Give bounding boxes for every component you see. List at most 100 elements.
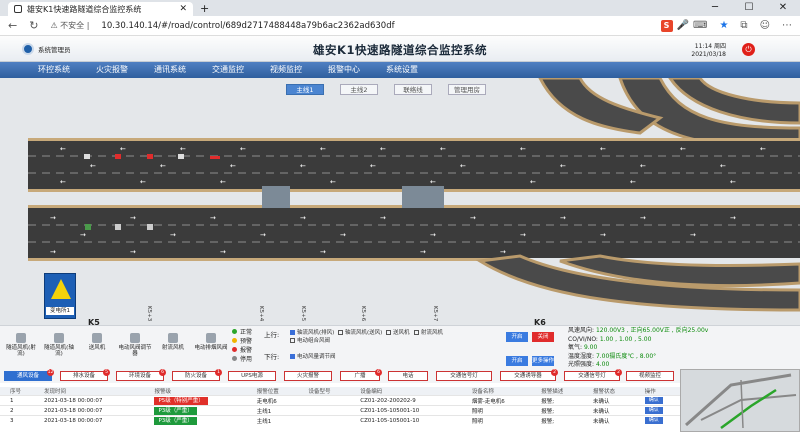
minimap[interactable] — [680, 369, 800, 432]
back-icon[interactable]: ← — [8, 19, 17, 32]
cat-traffic-guide[interactable]: 交通诱导器 2 — [500, 369, 558, 381]
reload-icon[interactable]: ↻ — [29, 19, 38, 32]
check-axial-supply[interactable]: 轴流风机(送风) — [338, 328, 382, 336]
svg-text:←: ← — [120, 145, 126, 153]
env-wind: 风速风向: 120.00V3 , 正向65.00V正 , 反向25.00v — [568, 327, 708, 336]
nav-item-traffic[interactable]: 交通监控 — [199, 62, 257, 78]
checkbox-icon — [290, 354, 295, 359]
check-label: 射流风机 — [421, 330, 444, 336]
jetfan-icon — [168, 333, 178, 343]
device-jetfan[interactable]: 射流风机 — [156, 333, 190, 351]
checkbox-icon — [338, 330, 343, 335]
cat-fire-protection[interactable]: 防火设备 1 — [172, 369, 222, 381]
tab-favicon-icon — [14, 5, 22, 13]
check-blower[interactable]: 送风机 — [386, 328, 410, 336]
device-jet-fan[interactable]: 隧道风机(射流) — [4, 333, 38, 357]
svg-text:←: ← — [230, 162, 236, 170]
browser-tab[interactable]: 雄安K1快速路隧道综合监控系统 ✕ — [8, 2, 193, 16]
more-actions-button[interactable]: 更多操作 — [532, 356, 554, 366]
star-icon[interactable]: ★ — [719, 20, 728, 31]
device-axial-fan[interactable]: 隧道风机(轴流) — [42, 333, 76, 357]
cat-traffic-light[interactable]: 交通信号灯 — [436, 371, 492, 381]
alarm-table: 序号 发现时间 报警级 报警位置 设备型号 设备编码 设备名称 报警描述 报警状… — [0, 387, 680, 432]
cat-fire-alarm[interactable]: 火灾报警 — [284, 371, 332, 381]
env-value: 4.00 — [595, 361, 610, 368]
cat-traffic-light-2[interactable]: 交通信号灯 2 — [564, 369, 622, 381]
table-row[interactable]: 1 2021-03-18 00:00:07 P5级（特别严重） 走电机6 CZ0… — [0, 395, 680, 406]
main-nav: 环控系统 火灾报警 通讯系统 交通监控 视频监控 报警中心 系统设置 — [0, 62, 800, 78]
minimize-icon[interactable]: ─ — [698, 0, 732, 16]
open-button[interactable]: 开启 — [506, 332, 528, 342]
check-air-regulator[interactable]: 电动风量调节阀 — [290, 352, 336, 360]
table-row[interactable]: 2 2021-03-18 00:00:07 P3级（严重） 主线1 CZ01-1… — [0, 405, 680, 416]
table-row[interactable]: 3 2021-03-18 00:00:07 P3级（严重） 主线1 CZ01-1… — [0, 415, 680, 426]
check-label: 送风机 — [393, 330, 410, 336]
cat-broadcast[interactable]: 广播 6 — [340, 369, 382, 381]
env-co: CO/VI/NO: 1.00 , 1.00 , 5.00 — [568, 336, 708, 345]
nav-item-comm[interactable]: 通讯系统 — [141, 62, 199, 78]
cat-phone[interactable]: 电话 — [388, 371, 428, 381]
new-tab-icon[interactable]: + — [200, 2, 209, 15]
collections-icon[interactable]: ⧉ — [740, 20, 747, 31]
cell: CZ01-105-105001-10 — [350, 405, 462, 416]
open-down-button[interactable]: 开启 — [506, 356, 528, 366]
col-header: 设备型号 — [298, 387, 351, 396]
clock-time: 11:14 周四 — [694, 43, 726, 50]
substation-label: 变电所1 — [46, 307, 74, 315]
svg-text:←: ← — [60, 145, 66, 153]
sogou-icon[interactable]: S — [660, 19, 673, 32]
window-controls: ─ ☐ ✕ — [698, 0, 800, 16]
svg-text:→: → — [320, 248, 326, 256]
cat-video[interactable]: 视频监控 — [626, 371, 674, 381]
tab-management[interactable]: 管理用房 — [448, 84, 486, 95]
cell: P3级（严重） — [144, 405, 247, 416]
cat-ventilation[interactable]: 通风设备 12 — [4, 369, 54, 381]
cat-ups[interactable]: UPS电源 — [228, 371, 276, 381]
device-smoke-valve[interactable]: 电动排烟风阀 — [194, 333, 228, 351]
cat-drainage[interactable]: 排水设备 5 — [60, 369, 110, 381]
cell: 1 — [0, 395, 34, 406]
device-blower[interactable]: 送风机 — [80, 333, 114, 351]
nav-item-fire[interactable]: 火灾报警 — [83, 62, 141, 78]
maximize-icon[interactable]: ☐ — [732, 0, 766, 16]
close-button[interactable]: 关闭 — [532, 332, 554, 342]
check-jetfan[interactable]: 射流风机 — [414, 328, 443, 336]
mic-icon[interactable]: 🎤 — [677, 20, 689, 31]
tunnel-map[interactable]: ← ← ← ← ← ← ← ← ← ← ← ← ← ← ← ← ← ← ← ← ← ← ← ← ← ← ← ← → → → → → → → → →… — [0, 78, 800, 325]
check-axial-exhaust[interactable]: 轴流风机(排风) — [290, 328, 334, 336]
tab-main2[interactable]: 主线2 — [340, 84, 378, 95]
km-tick: K5+3 — [146, 306, 152, 322]
level-badge: P3级（严重） — [154, 416, 197, 425]
confirm-button[interactable]: 确认 — [644, 407, 663, 414]
menu-icon[interactable]: ⋯ — [782, 20, 792, 31]
nav-item-settings[interactable]: 系统设置 — [373, 62, 431, 78]
cat-environment[interactable]: 环境设备 6 — [116, 369, 166, 381]
nav-item-video[interactable]: 视频监控 — [257, 62, 315, 78]
profile-icon[interactable]: ☺ — [760, 20, 770, 31]
tab-connector[interactable]: 联络线 — [394, 84, 432, 95]
minimap-drawing — [685, 373, 797, 430]
check-combo-damper[interactable]: 电动组合风阀 — [290, 336, 330, 344]
security-indicator[interactable]: ⚠ 不安全 | — [50, 20, 89, 31]
keyboard-icon[interactable]: ⌨ — [693, 20, 707, 31]
window-close-icon[interactable]: ✕ — [766, 0, 800, 16]
legend-dot — [232, 356, 237, 361]
svg-text:→: → — [430, 231, 436, 239]
tab-main1[interactable]: 主线1 — [286, 84, 324, 95]
tunnel-subtabs: 主线1 主线2 联络线 管理用房 — [286, 84, 486, 95]
cat-label: 环境设备 — [128, 373, 151, 379]
checkbox-icon — [386, 330, 391, 335]
substation-marker[interactable]: 变电所1 — [44, 273, 76, 319]
power-icon[interactable]: ⏻ — [742, 43, 755, 56]
nav-item-alarm[interactable]: 报警中心 — [315, 62, 373, 78]
nav-item-env[interactable]: 环控系统 — [25, 62, 83, 78]
svg-text:←: ← — [240, 145, 246, 153]
url-field[interactable]: 10.30.140.14/#/road/control/689d27174884… — [101, 21, 648, 31]
confirm-button[interactable]: 确认 — [644, 397, 663, 404]
close-icon[interactable]: ✕ — [179, 4, 187, 14]
cat-label: 交通诱导器 — [514, 373, 542, 379]
svg-text:←: ← — [560, 162, 566, 170]
cat-label: 交通信号灯 — [450, 373, 478, 379]
device-damper[interactable]: 电动风阀调节器 — [118, 333, 152, 357]
confirm-button[interactable]: 确认 — [644, 417, 663, 425]
